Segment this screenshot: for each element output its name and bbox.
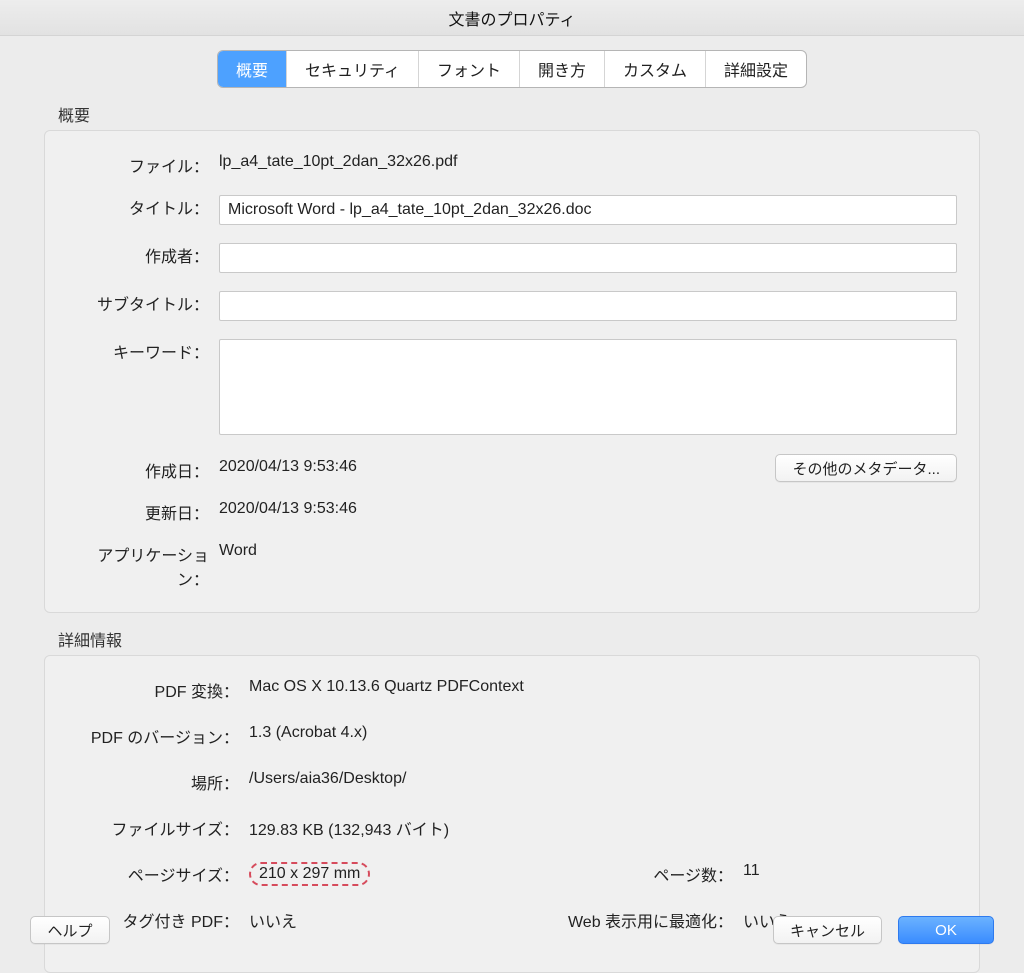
- window-title: 文書のプロパティ: [448, 6, 575, 30]
- created-label: 作成日：: [67, 454, 219, 482]
- tab-advanced[interactable]: 詳細設定: [705, 51, 806, 87]
- subtitle-label: サブタイトル：: [67, 287, 219, 315]
- keywords-input[interactable]: [219, 339, 957, 435]
- modified-value: 2020/04/13 9:53:46: [219, 496, 957, 518]
- application-label: アプリケーション：: [67, 538, 219, 590]
- file-value: lp_a4_tate_10pt_2dan_32x26.pdf: [219, 149, 957, 171]
- application-value: Word: [219, 538, 957, 560]
- pagesize-label: ページサイズ：: [67, 858, 249, 886]
- filesize-label: ファイルサイズ：: [67, 812, 249, 840]
- location-label: 場所：: [67, 766, 249, 794]
- ok-button[interactable]: OK: [898, 916, 994, 944]
- details-section-title: 詳細情報: [58, 627, 980, 651]
- file-label: ファイル：: [67, 149, 219, 177]
- pdf-version-value: 1.3 (Acrobat 4.x): [249, 720, 957, 742]
- pagesize-highlight: 210 x 297 mm: [249, 862, 370, 886]
- pdf-version-label: PDF のバージョン：: [67, 720, 249, 748]
- pagecount-label: ページ数：: [543, 858, 743, 886]
- overview-section-title: 概要: [58, 102, 980, 126]
- keywords-label: キーワード：: [67, 335, 219, 363]
- overview-box: ファイル： lp_a4_tate_10pt_2dan_32x26.pdf タイト…: [44, 130, 980, 613]
- tab-fonts[interactable]: フォント: [418, 51, 519, 87]
- created-value: 2020/04/13 9:53:46: [219, 454, 357, 482]
- tabs: 概要 セキュリティ フォント 開き方 カスタム 詳細設定: [217, 50, 807, 88]
- tabs-container: 概要 セキュリティ フォント 開き方 カスタム 詳細設定: [0, 36, 1024, 88]
- tab-overview[interactable]: 概要: [218, 51, 286, 87]
- pdf-producer-label: PDF 変換：: [67, 674, 249, 702]
- modified-label: 更新日：: [67, 496, 219, 524]
- location-value: /Users/aia36/Desktop/: [249, 766, 957, 788]
- subtitle-input[interactable]: [219, 291, 957, 321]
- overview-panel: 概要 ファイル： lp_a4_tate_10pt_2dan_32x26.pdf …: [44, 102, 980, 613]
- more-metadata-button[interactable]: その他のメタデータ...: [775, 454, 957, 482]
- help-button[interactable]: ヘルプ: [30, 916, 110, 944]
- author-label: 作成者：: [67, 239, 219, 267]
- dialog-footer: ヘルプ キャンセル OK: [0, 916, 1024, 944]
- title-label: タイトル：: [67, 191, 219, 219]
- author-input[interactable]: [219, 243, 957, 273]
- pagecount-value: 11: [743, 858, 957, 880]
- cancel-button[interactable]: キャンセル: [773, 916, 882, 944]
- tab-security[interactable]: セキュリティ: [286, 51, 418, 87]
- pdf-producer-value: Mac OS X 10.13.6 Quartz PDFContext: [249, 674, 957, 696]
- pagesize-value: 210 x 297 mm: [249, 858, 543, 886]
- title-input[interactable]: [219, 195, 957, 225]
- filesize-value: 129.83 KB (132,943 バイト): [249, 812, 957, 840]
- window-title-bar: 文書のプロパティ: [0, 0, 1024, 36]
- tab-custom[interactable]: カスタム: [604, 51, 705, 87]
- tab-open[interactable]: 開き方: [519, 51, 604, 87]
